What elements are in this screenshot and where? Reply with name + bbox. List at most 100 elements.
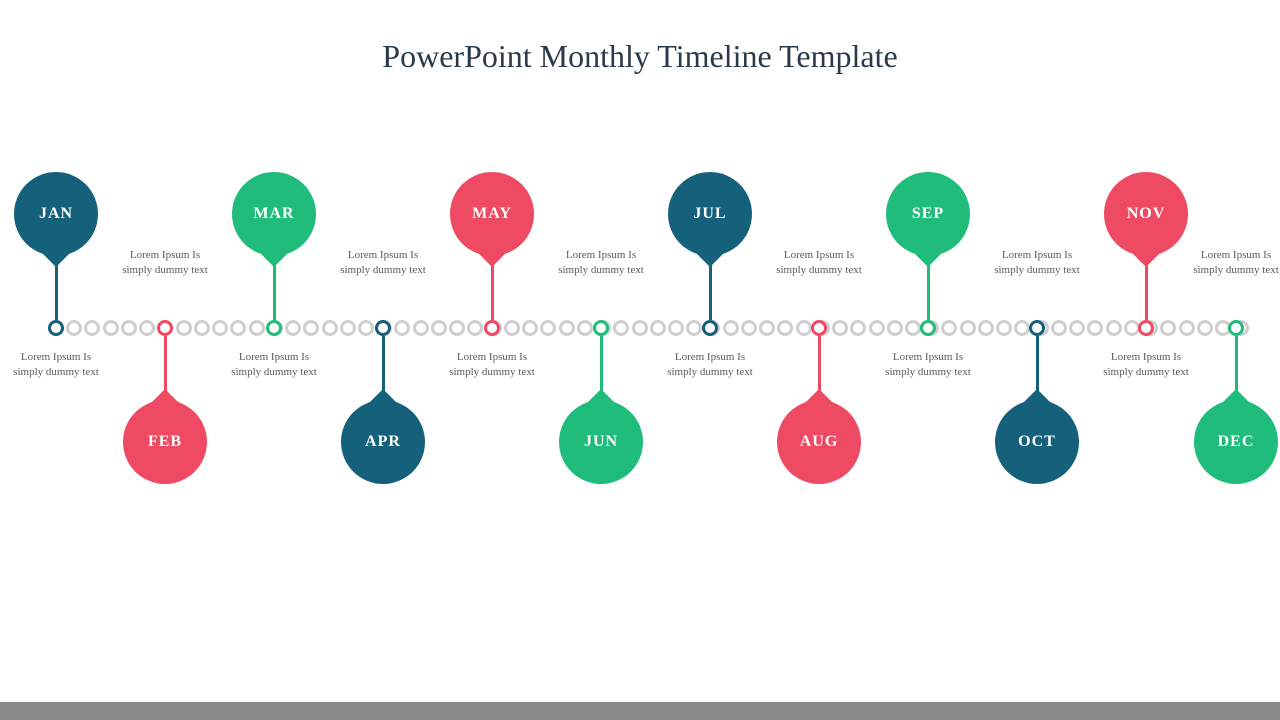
bead <box>941 320 957 336</box>
timeline-node-aug <box>811 320 827 336</box>
month-label: APR <box>365 433 401 451</box>
bead <box>540 320 556 336</box>
bead <box>1069 320 1085 336</box>
bead <box>650 320 666 336</box>
month-desc: Lorem Ipsum Is simply dummy text <box>769 248 869 278</box>
bead <box>869 320 885 336</box>
bead <box>577 320 593 336</box>
bead <box>887 320 903 336</box>
month-label: MAR <box>253 205 294 223</box>
bead <box>194 320 210 336</box>
month-pin-sep: SEP <box>886 172 970 256</box>
month-label: AUG <box>800 433 839 451</box>
month-desc: Lorem Ipsum Is simply dummy text <box>442 350 542 380</box>
bead <box>741 320 757 336</box>
month-desc: Lorem Ipsum Is simply dummy text <box>333 248 433 278</box>
month-desc: Lorem Ipsum Is simply dummy text <box>1186 248 1280 278</box>
month-desc: Lorem Ipsum Is simply dummy text <box>660 350 760 380</box>
bead-row <box>48 320 1250 336</box>
bead <box>759 320 775 336</box>
timeline-node-jan <box>48 320 64 336</box>
month-pin-jul: JUL <box>668 172 752 256</box>
bead <box>1051 320 1067 336</box>
month-label: JUN <box>584 433 618 451</box>
bead <box>796 320 812 336</box>
bead <box>777 320 793 336</box>
month-desc: Lorem Ipsum Is simply dummy text <box>551 248 651 278</box>
month-label: SEP <box>912 205 944 223</box>
month-label: DEC <box>1218 433 1255 451</box>
bead <box>978 320 994 336</box>
month-label: MAY <box>472 205 512 223</box>
timeline-node-oct <box>1029 320 1045 336</box>
bead <box>1087 320 1103 336</box>
timeline-node-sep <box>920 320 936 336</box>
bead <box>413 320 429 336</box>
bead <box>303 320 319 336</box>
bead <box>230 320 246 336</box>
bead <box>996 320 1012 336</box>
timeline-node-apr <box>375 320 391 336</box>
bead <box>522 320 538 336</box>
bead <box>632 320 648 336</box>
bead <box>322 320 338 336</box>
month-desc: Lorem Ipsum Is simply dummy text <box>224 350 324 380</box>
month-pin-may: MAY <box>450 172 534 256</box>
month-pin-nov: NOV <box>1104 172 1188 256</box>
month-pin-dec: DEC <box>1194 400 1278 484</box>
bead <box>394 320 410 336</box>
bead <box>66 320 82 336</box>
bead <box>905 320 921 336</box>
bead <box>139 320 155 336</box>
bead <box>449 320 465 336</box>
timeline-node-feb <box>157 320 173 336</box>
bead <box>723 320 739 336</box>
bead <box>212 320 228 336</box>
bead <box>249 320 265 336</box>
month-label: OCT <box>1018 433 1056 451</box>
footer-bar <box>0 702 1280 720</box>
bead <box>1160 320 1176 336</box>
bead <box>686 320 702 336</box>
timeline-node-dec <box>1228 320 1244 336</box>
month-label: JUL <box>693 205 726 223</box>
timeline-node-jul <box>702 320 718 336</box>
month-desc: Lorem Ipsum Is simply dummy text <box>878 350 978 380</box>
month-desc: Lorem Ipsum Is simply dummy text <box>115 248 215 278</box>
bead <box>1106 320 1122 336</box>
month-pin-mar: MAR <box>232 172 316 256</box>
bead <box>559 320 575 336</box>
month-desc: Lorem Ipsum Is simply dummy text <box>1096 350 1196 380</box>
bead <box>850 320 866 336</box>
bead <box>121 320 137 336</box>
bead <box>285 320 301 336</box>
bead <box>1179 320 1195 336</box>
bead <box>613 320 629 336</box>
bead <box>176 320 192 336</box>
bead <box>431 320 447 336</box>
bead <box>504 320 520 336</box>
month-pin-aug: AUG <box>777 400 861 484</box>
timeline-node-jun <box>593 320 609 336</box>
month-pin-feb: FEB <box>123 400 207 484</box>
timeline-node-mar <box>266 320 282 336</box>
bead <box>358 320 374 336</box>
bead <box>84 320 100 336</box>
bead <box>668 320 684 336</box>
bead <box>340 320 356 336</box>
month-desc: Lorem Ipsum Is simply dummy text <box>987 248 1087 278</box>
timeline-node-nov <box>1138 320 1154 336</box>
month-desc: Lorem Ipsum Is simply dummy text <box>6 350 106 380</box>
timeline-node-may <box>484 320 500 336</box>
month-label: NOV <box>1127 205 1166 223</box>
bead <box>960 320 976 336</box>
timeline: JAN Lorem Ipsum Is simply dummy text FEB Lo… <box>0 0 1280 720</box>
bead <box>467 320 483 336</box>
month-pin-oct: OCT <box>995 400 1079 484</box>
bead <box>103 320 119 336</box>
bead <box>1197 320 1213 336</box>
month-pin-apr: APR <box>341 400 425 484</box>
bead <box>832 320 848 336</box>
month-label: FEB <box>148 433 182 451</box>
month-label: JAN <box>39 205 73 223</box>
